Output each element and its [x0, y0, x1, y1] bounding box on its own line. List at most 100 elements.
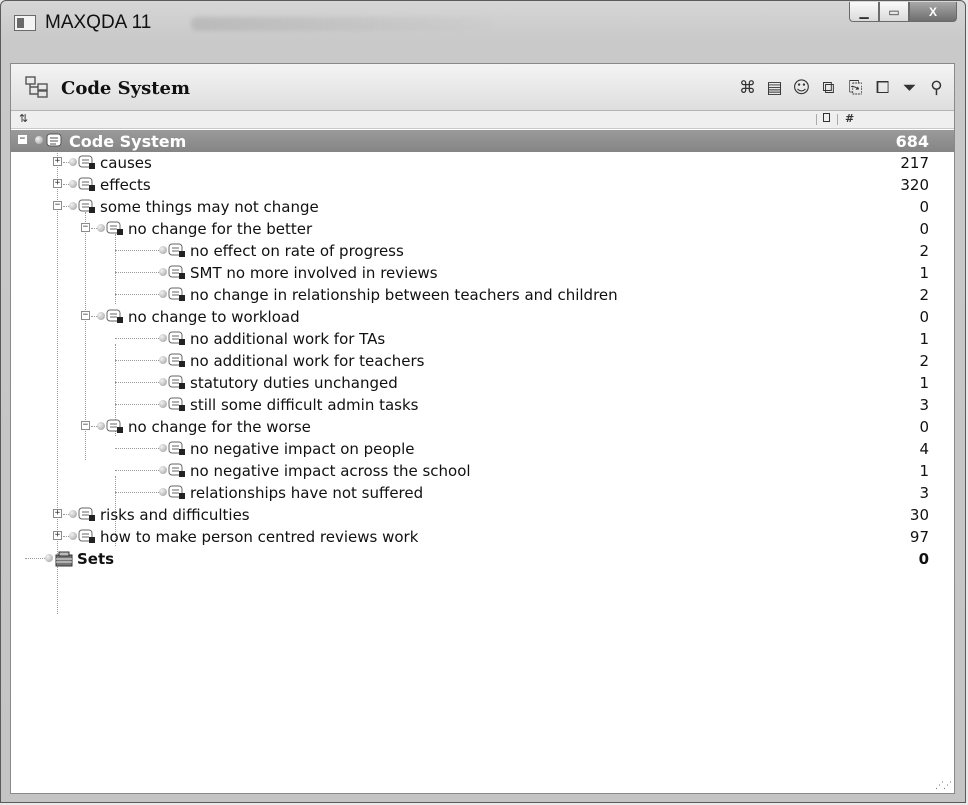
tree-row-effects[interactable]: + effects 320 — [11, 174, 954, 196]
status-dot-icon — [159, 378, 167, 386]
tree-connector — [115, 294, 159, 295]
code-tree: − Code System 684 + causes 217 + effects — [11, 130, 954, 614]
tree-row-no-additional-work-for-teachers[interactable]: no additional work for teachers 2 — [11, 350, 954, 372]
code-count: 2 — [919, 286, 929, 304]
status-dot-icon — [97, 224, 105, 232]
tree-row-no-negative-impact-across-the-school[interactable]: no negative impact across the school 1 — [11, 460, 954, 482]
activate-codes-icon: ⌘ — [739, 77, 756, 98]
code-icon — [46, 133, 62, 147]
code-icon — [168, 485, 185, 499]
collapse-icon[interactable]: − — [81, 421, 90, 430]
collapse-icon[interactable]: − — [81, 223, 90, 232]
status-dot-icon — [159, 334, 167, 342]
sort-icon[interactable]: ⇅ — [19, 112, 28, 125]
code-count: 0 — [919, 220, 929, 238]
status-dot-icon — [69, 158, 77, 166]
expand-icon[interactable]: + — [53, 531, 62, 540]
code-count: 1 — [919, 264, 929, 282]
tree-row-no-change-for-the-worse[interactable]: − no change for the worse 0 — [11, 416, 954, 438]
expand-icon[interactable]: + — [53, 179, 62, 188]
status-dot-icon — [69, 510, 77, 518]
tree-connector — [115, 360, 159, 361]
new-code-button[interactable]: ⎘ — [844, 76, 867, 99]
tree-row-some-things-may-not-change[interactable]: − some things may not change 0 — [11, 196, 954, 218]
tree-label: relationships have not suffered — [190, 484, 424, 502]
caption-buttons: ▁ ▭ X — [849, 2, 957, 24]
code-map-button[interactable]: ⧉ — [817, 76, 840, 99]
count-column-header[interactable]: # — [845, 112, 854, 125]
title-bar[interactable]: MAXQDA 11 ▁ ▭ X — [1, 1, 965, 47]
code-icon — [106, 419, 123, 433]
status-dot-icon — [159, 400, 167, 408]
sets-folder-icon — [55, 551, 73, 567]
status-dot-icon — [159, 444, 167, 452]
sets-button[interactable]: ⧠ — [871, 76, 894, 99]
close-button[interactable]: X — [909, 2, 957, 22]
tree-row-relationships-have-not-suffered[interactable]: relationships have not suffered 3 — [11, 482, 954, 504]
maximize-button[interactable]: ▭ — [879, 2, 909, 22]
tree-label: how to make person centred reviews work — [100, 528, 419, 546]
tree-label: no negative impact across the school — [190, 462, 471, 480]
code-count: 3 — [919, 484, 929, 502]
tree-row-causes[interactable]: + causes 217 — [11, 152, 954, 174]
tree-connector — [115, 470, 159, 471]
status-dot-icon — [97, 312, 105, 320]
tree-row-no-change-for-the-better[interactable]: − no change for the better 0 — [11, 218, 954, 240]
code-count: 30 — [909, 506, 929, 524]
status-dot-icon — [159, 488, 167, 496]
code-count: 1 — [919, 330, 929, 348]
tree-label: statutory duties unchanged — [190, 374, 398, 392]
code-icon — [78, 529, 95, 543]
search-button[interactable]: ⚲ — [925, 76, 948, 99]
code-count: 2 — [919, 242, 929, 260]
collapse-icon[interactable]: − — [18, 135, 27, 144]
code-filter-button[interactable]: ⏷ — [898, 76, 921, 99]
app-icon — [14, 15, 36, 31]
code-icon — [168, 441, 185, 455]
tree-row-risks-and-difficulties[interactable]: + risks and difficulties 30 — [11, 504, 954, 526]
activate-codes-button[interactable]: ⌘ — [736, 76, 759, 99]
code-count: 684 — [895, 132, 929, 151]
emoticon-button[interactable]: ☺ — [790, 76, 813, 99]
code-icon — [168, 463, 185, 477]
memo-column-icon[interactable] — [823, 113, 830, 122]
tree-row-sets[interactable]: Sets 0 — [11, 548, 954, 570]
new-code-icon: ⎘ — [848, 77, 863, 98]
tree-row-root[interactable]: − Code System 684 — [11, 130, 954, 152]
tree-row-how-to-make-person-centred-reviews-work[interactable]: + how to make person centred reviews wor… — [11, 526, 954, 548]
expand-icon[interactable]: + — [53, 509, 62, 518]
code-count: 217 — [900, 154, 929, 172]
code-count: 97 — [909, 528, 929, 546]
code-count: 1 — [919, 462, 929, 480]
code-icon — [168, 375, 185, 389]
expand-icon[interactable]: + — [53, 157, 62, 166]
code-filter-icon: ⏷ — [902, 77, 917, 98]
tree-row-no-change-to-workload[interactable]: − no change to workload 0 — [11, 306, 954, 328]
tree-row-no-additional-work-for-tas[interactable]: no additional work for TAs 1 — [11, 328, 954, 350]
tree-row-smt-no-more-involved[interactable]: SMT no more involved in reviews 1 — [11, 262, 954, 284]
code-icon — [78, 177, 95, 191]
maximize-icon: ▭ — [888, 4, 900, 19]
code-icon — [106, 309, 123, 323]
code-icon — [168, 287, 185, 301]
code-icon — [78, 199, 95, 213]
collapse-icon[interactable]: − — [53, 201, 62, 210]
status-dot-icon — [45, 554, 53, 562]
blurred-document-title — [191, 17, 491, 31]
tree-label: effects — [100, 176, 151, 194]
resize-grip-icon[interactable]: ⋰⋰ — [935, 782, 952, 791]
collapse-icon[interactable]: − — [81, 311, 90, 320]
code-system-icon — [25, 76, 48, 98]
minimize-button[interactable]: ▁ — [849, 2, 879, 22]
tree-label: no negative impact on people — [190, 440, 415, 458]
tree-row-statutory-duties-unchanged[interactable]: statutory duties unchanged 1 — [11, 372, 954, 394]
tree-connector — [115, 382, 159, 383]
tree-row-still-some-difficult-admin-tasks[interactable]: still some difficult admin tasks 3 — [11, 394, 954, 416]
tree-row-no-negative-impact-on-people[interactable]: no negative impact on people 4 — [11, 438, 954, 460]
tree-row-no-change-in-relationship[interactable]: no change in relationship between teache… — [11, 284, 954, 306]
tree-row-no-effect-on-rate-of-progress[interactable]: no effect on rate of progress 2 — [11, 240, 954, 262]
tree-label: still some difficult admin tasks — [190, 396, 419, 414]
code-memo-button[interactable]: ▤ — [763, 76, 786, 99]
tree-label: no additional work for TAs — [190, 330, 386, 348]
code-system-panel: Code System ⌘ ▤ ☺ ⧉ ⎘ ⧠ ⏷ ⚲ ⇅ # − Code S… — [10, 63, 955, 794]
